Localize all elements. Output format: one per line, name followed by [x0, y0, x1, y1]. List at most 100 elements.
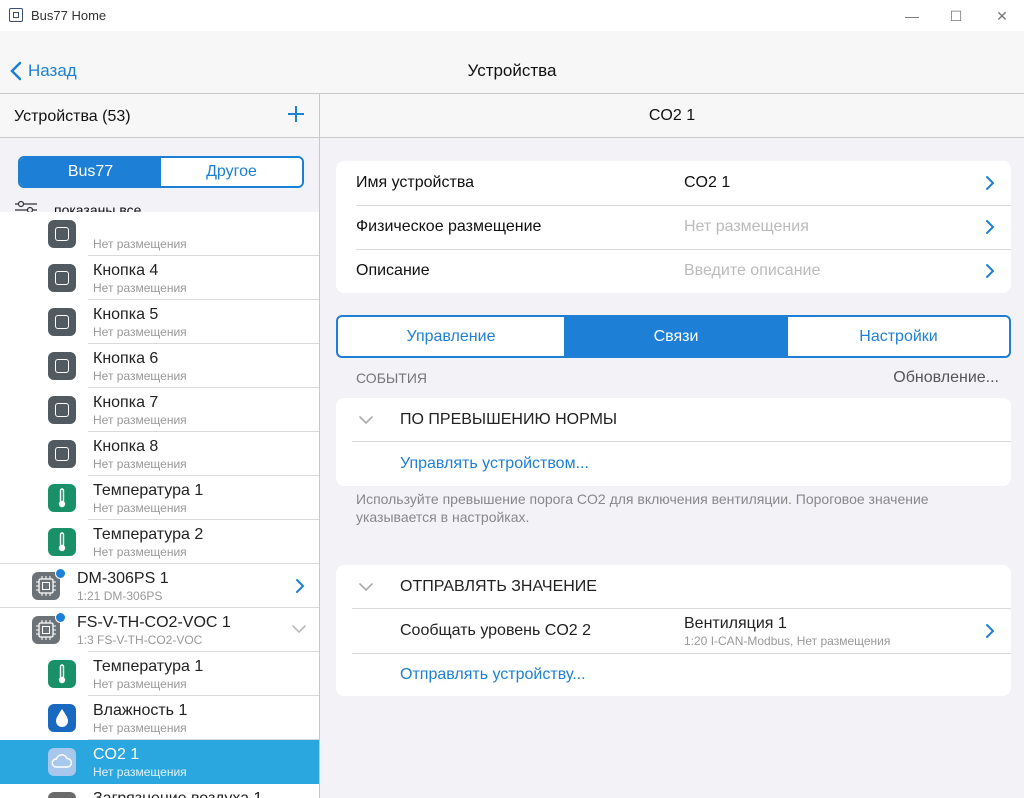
list-item[interactable]: Кнопка 4 Нет размещения — [0, 256, 319, 300]
control-device-link[interactable]: Управлять устройством... — [400, 455, 589, 473]
list-item-title: Температура 1 — [93, 658, 204, 675]
properties-card: Имя устройства CO2 1 Физическое размещен… — [336, 161, 1011, 293]
list-item-title: Кнопка 4 — [93, 262, 159, 279]
sidebar-title: Устройства (53) — [14, 108, 131, 125]
list-item[interactable]: Кнопка 8 Нет размещения — [0, 432, 319, 476]
list-item-subtitle: Нет размещения — [93, 237, 187, 251]
list-item-title: Кнопка 8 — [93, 438, 159, 455]
detail-tabs: Управление Связи Настройки — [336, 315, 1011, 358]
property-label: Имя устройства — [356, 174, 475, 191]
power-icon — [48, 264, 76, 292]
send-to-device-link[interactable]: Отправлять устройству... — [400, 666, 586, 684]
report-binding-row[interactable]: Сообщать уровень CO2 2 Вентиляция 1 1:20… — [336, 609, 1011, 653]
power-icon — [48, 220, 76, 248]
chevron-down-icon[interactable] — [358, 582, 374, 592]
list-item-title: CO2 1 — [93, 746, 140, 763]
list-item-subtitle: Нет размещения — [93, 677, 187, 691]
list-item-subtitle: Нет размещения — [93, 501, 187, 515]
list-item[interactable]: Кнопка 5 Нет размещения — [0, 300, 319, 344]
list-item-subtitle: Нет размещения — [93, 457, 187, 471]
property-value: Введите описание — [684, 262, 821, 279]
source-segmented-control: Bus77 Другое — [18, 156, 304, 188]
list-item-subtitle: 1:21 DM-306PS — [77, 589, 163, 603]
navigation-bar: Назад Устройства — [0, 31, 1024, 94]
list-item-title: FS-V-TH-CO2-VOC 1 — [77, 614, 231, 631]
chevron-right-icon — [986, 176, 995, 190]
power-icon — [48, 308, 76, 336]
list-item-subtitle: Нет размещения — [93, 721, 187, 735]
list-item-subtitle: Нет размещения — [93, 545, 187, 559]
chevron-down-icon — [292, 625, 306, 634]
cloud-icon — [48, 748, 76, 776]
chevron-right-icon — [986, 624, 995, 638]
list-item-title: Кнопка 7 — [93, 394, 159, 411]
list-item-title: Кнопка 6 — [93, 350, 159, 367]
tab-settings[interactable]: Настройки — [787, 317, 1009, 356]
property-value: Нет размещения — [684, 218, 809, 235]
main-panel: CO2 1 Имя устройства CO2 1 Физическое ра… — [320, 94, 1024, 798]
list-item-subtitle: Нет размещения — [93, 765, 187, 779]
close-button[interactable]: ✕ — [992, 6, 1012, 26]
device-group-row[interactable]: DM-306PS 1 1:21 DM-306PS — [0, 564, 319, 608]
app-icon — [9, 8, 23, 22]
status-badge — [55, 568, 66, 579]
sidebar-header: Устройства (53) — [0, 94, 319, 138]
list-item[interactable]: Температура 1 Нет размещения — [0, 476, 319, 520]
events-status: Обновление... — [893, 369, 999, 386]
list-item[interactable]: Влажность 1 Нет размещения — [0, 696, 319, 740]
tab-links[interactable]: Связи — [565, 317, 787, 356]
device-name-row[interactable]: Имя устройства CO2 1 — [336, 161, 1011, 205]
property-label: Физическое размещение — [356, 218, 542, 235]
description-row[interactable]: Описание Введите описание — [336, 249, 1011, 293]
list-item[interactable]: Кнопка 6 Нет размещения — [0, 344, 319, 388]
thermometer-icon — [48, 660, 76, 688]
minimize-button[interactable]: — — [902, 6, 922, 26]
location-row[interactable]: Физическое размещение Нет размещения — [336, 205, 1011, 249]
chevron-right-icon — [986, 264, 995, 278]
event-group-title: ПО ПРЕВЫШЕНИЮ НОРМЫ — [400, 411, 618, 428]
events-section-label: СОБЫТИЯ — [356, 370, 427, 386]
segment-bus77[interactable]: Bus77 — [20, 158, 161, 186]
list-item-title: Температура 1 — [93, 482, 204, 499]
thermometer-icon — [48, 528, 76, 556]
list-item-title: Загрязнение воздуха 1 — [93, 790, 262, 798]
maximize-button[interactable]: ☐ — [946, 6, 966, 26]
list-item[interactable]: Нет размещения — [0, 212, 319, 256]
chevron-right-icon — [296, 579, 305, 593]
power-icon — [48, 440, 76, 468]
binding-target-name: Вентиляция 1 — [684, 615, 787, 632]
page-title: Устройства — [467, 61, 557, 80]
device-group-row[interactable]: FS-V-TH-CO2-VOC 1 1:3 FS-V-TH-CO2-VOC — [0, 608, 319, 652]
tab-control[interactable]: Управление — [338, 317, 565, 356]
chevron-down-icon[interactable] — [358, 415, 374, 425]
list-item-selected[interactable]: CO2 1 Нет размещения — [0, 740, 319, 784]
hint-text: Используйте превышение порога CO2 для вк… — [356, 491, 929, 525]
list-item-title: Кнопка 5 — [93, 306, 159, 323]
list-item-title: Температура 2 — [93, 526, 204, 543]
list-item-subtitle: Нет размещения — [93, 369, 187, 383]
thermometer-icon — [48, 484, 76, 512]
threshold-event-card: ПО ПРЕВЫШЕНИЮ НОРМЫ Управлять устройство… — [336, 398, 1011, 486]
list-item-title: DM-306PS 1 — [77, 570, 169, 587]
title-bar: Bus77 Home — ☐ ✕ — [0, 0, 1024, 31]
window-title: Bus77 Home — [31, 8, 107, 23]
segment-other[interactable]: Другое — [161, 158, 302, 186]
power-icon — [48, 352, 76, 380]
droplet-icon — [48, 704, 76, 732]
air-quality-icon — [48, 792, 76, 798]
list-item[interactable]: Загрязнение воздуха 1 — [0, 784, 319, 798]
list-item-subtitle: 1:3 FS-V-TH-CO2-VOC — [77, 633, 203, 647]
detail-title: CO2 1 — [320, 94, 1024, 138]
list-item-subtitle: Нет размещения — [93, 325, 187, 339]
list-item-subtitle: Нет размещения — [93, 281, 187, 295]
binding-target-subtitle: 1:20 I-CAN-Modbus, Нет размещения — [684, 634, 891, 648]
list-item[interactable]: Температура 1 Нет размещения — [0, 652, 319, 696]
list-item[interactable]: Кнопка 7 Нет размещения — [0, 388, 319, 432]
power-icon — [48, 396, 76, 424]
add-device-button[interactable] — [285, 103, 307, 125]
sidebar: Устройства (53) Bus77 Другое показаны вс… — [0, 94, 320, 798]
chevron-right-icon — [986, 220, 995, 234]
property-value: CO2 1 — [684, 174, 731, 191]
event-group-title: ОТПРАВЛЯТЬ ЗНАЧЕНИЕ — [400, 578, 597, 595]
list-item[interactable]: Температура 2 Нет размещения — [0, 520, 319, 564]
